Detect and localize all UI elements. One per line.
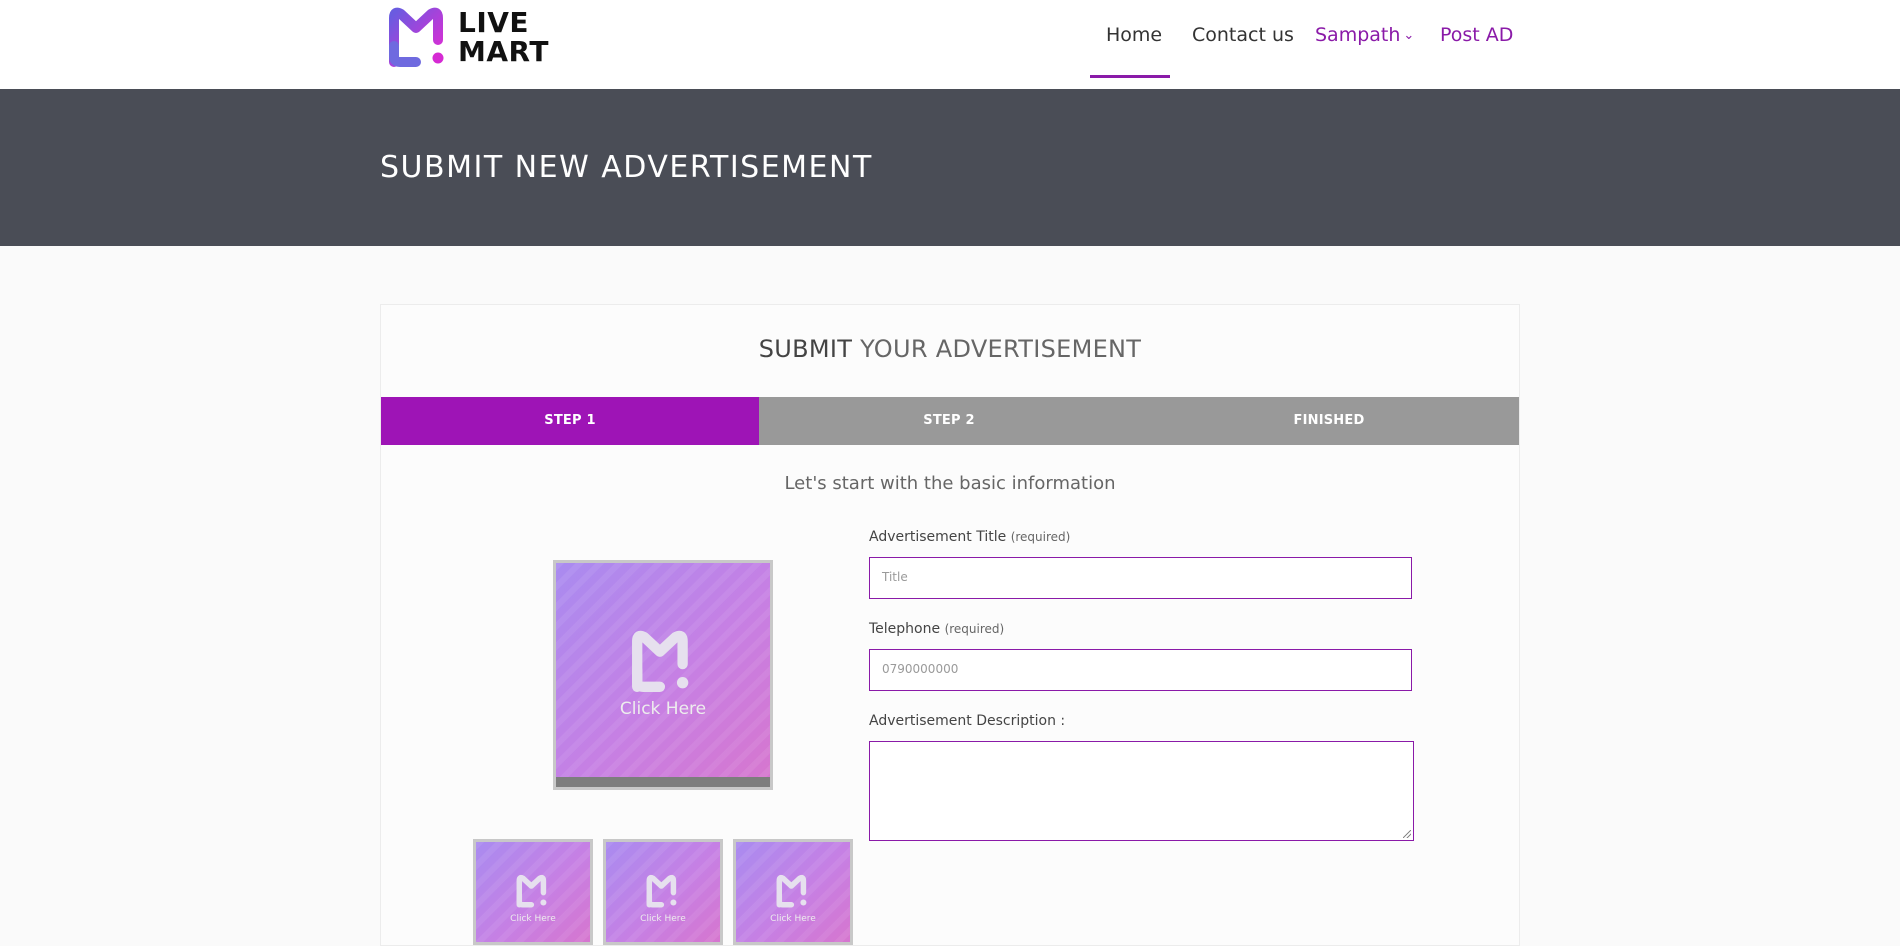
ad-title-input[interactable]: Title (869, 557, 1412, 599)
title-required-note: (required) (1010, 530, 1071, 544)
phone-required-note: (required) (944, 622, 1005, 636)
title-field-label: Advertisement Title (required) (869, 529, 1070, 545)
nav-user-label: Sampath (1315, 24, 1401, 46)
image-placeholder-logo-icon (776, 874, 807, 908)
resize-handle-icon[interactable] (1403, 830, 1411, 838)
description-field-label: Advertisement Description : (869, 713, 1066, 729)
card-title-bold: SUBMIT (758, 335, 853, 363)
submit-ad-card: SUBMIT YOUR ADVERTISEMENT STEP 1 STEP 2 … (380, 304, 1520, 946)
chevron-down-icon: ⌄ (1403, 28, 1415, 43)
card-title-rest: YOUR ADVERTISEMENT (852, 335, 1142, 363)
nav-post-ad[interactable]: Post AD (1440, 24, 1513, 46)
site-header: LIVE MART Home Contact us Sampath ⌄ Post … (0, 0, 1900, 89)
nav-home[interactable]: Home (1106, 24, 1162, 46)
ad-title-placeholder: Title (882, 570, 908, 584)
card-title: SUBMIT YOUR ADVERTISEMENT (381, 335, 1519, 363)
main-image-label: Click Here (619, 699, 707, 719)
thumb-upload-1[interactable]: Click Here (473, 839, 593, 945)
wizard-steps: STEP 1 STEP 2 FINISHED (381, 397, 1519, 445)
thumb-label: Click Here (770, 914, 816, 924)
step-finished-tab[interactable]: FINISHED (1139, 397, 1519, 445)
nav-active-indicator (1090, 75, 1170, 78)
telephone-input[interactable]: 0790000000 (869, 649, 1412, 691)
telephone-placeholder: 0790000000 (882, 662, 959, 676)
thumb-label: Click Here (640, 914, 686, 924)
main-image-upload[interactable]: Click Here (553, 560, 773, 790)
step-1-tab[interactable]: STEP 1 (381, 397, 759, 445)
image-placeholder-logo-icon (632, 630, 689, 692)
thumb-upload-3[interactable]: Click Here (733, 839, 853, 945)
page-banner: SUBMIT NEW ADVERTISEMENT (0, 89, 1900, 246)
main-nav: Home Contact us Sampath ⌄ Post AD (0, 0, 1900, 89)
page-title: SUBMIT NEW ADVERTISEMENT (380, 150, 873, 185)
step-2-tab[interactable]: STEP 2 (759, 397, 1139, 445)
thumb-upload-2[interactable]: Click Here (603, 839, 723, 945)
image-placeholder-logo-icon (646, 874, 677, 908)
thumb-placeholder: Click Here (476, 842, 590, 942)
nav-contact[interactable]: Contact us (1192, 24, 1294, 46)
description-textarea[interactable] (869, 741, 1414, 841)
main-image-placeholder: Click Here (556, 563, 770, 777)
phone-label-text: Telephone (869, 621, 941, 637)
thumb-placeholder: Click Here (736, 842, 850, 942)
image-placeholder-logo-icon (516, 874, 547, 908)
title-label-text: Advertisement Title (869, 529, 1007, 545)
nav-user-menu[interactable]: Sampath ⌄ (1315, 24, 1414, 46)
step-intro-text: Let's start with the basic information (784, 473, 1116, 494)
phone-field-label: Telephone (required) (869, 621, 1004, 637)
thumb-placeholder: Click Here (606, 842, 720, 942)
main-image-progress-bar (556, 777, 770, 787)
thumb-label: Click Here (510, 914, 556, 924)
